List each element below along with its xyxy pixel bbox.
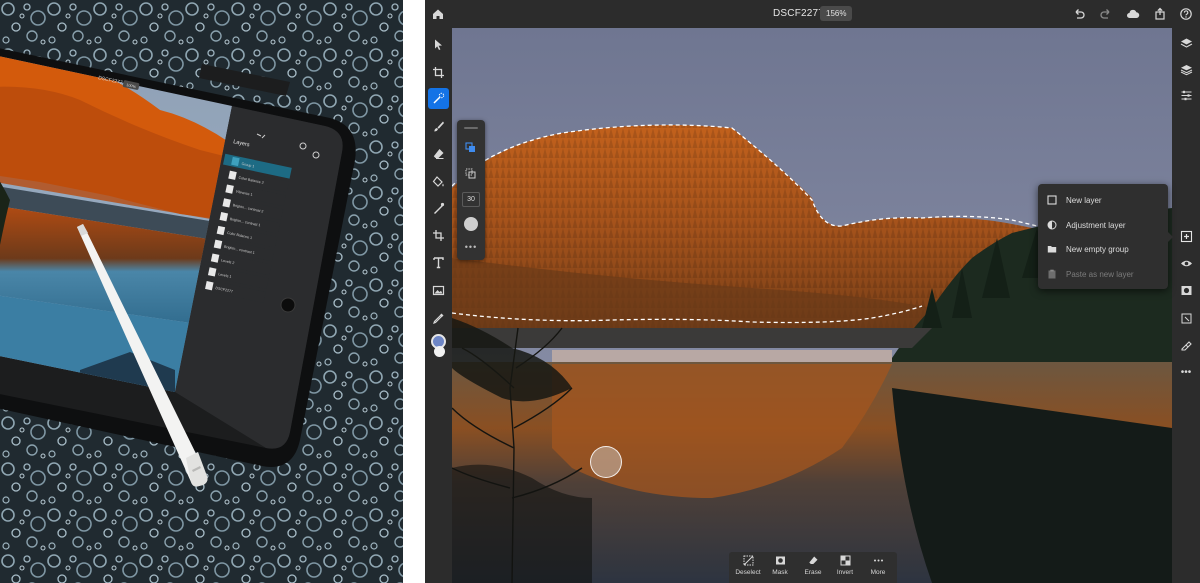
right-rail: ••• bbox=[1172, 28, 1200, 583]
more-button[interactable]: More bbox=[863, 555, 893, 582]
mask-button[interactable]: Mask bbox=[765, 555, 795, 582]
tool-options-panel: 30 ••• bbox=[457, 120, 485, 260]
image-canvas[interactable] bbox=[452, 28, 1172, 583]
transform-icon[interactable] bbox=[428, 225, 449, 246]
erase-icon bbox=[808, 556, 817, 564]
redo-icon[interactable] bbox=[1097, 5, 1115, 23]
left-toolbar bbox=[425, 28, 452, 583]
action-label: Mask bbox=[772, 569, 788, 576]
adjustment-icon bbox=[1038, 220, 1066, 230]
share-icon[interactable] bbox=[1151, 5, 1169, 23]
fill-icon[interactable] bbox=[428, 171, 449, 192]
menu-item-new-empty-group[interactable]: New empty group bbox=[1038, 237, 1168, 261]
visibility-icon[interactable] bbox=[1177, 254, 1195, 272]
photoshop-app: DSCF2277 156% 30 ••• ••• New layer Adjus… bbox=[425, 0, 1200, 583]
crop-icon[interactable] bbox=[428, 62, 449, 83]
brush-size-field[interactable]: 30 bbox=[462, 192, 480, 207]
help-icon[interactable] bbox=[1177, 5, 1195, 23]
selection-action-bar: Deselect Mask Erase Invert More bbox=[729, 552, 897, 583]
image-divider bbox=[403, 0, 425, 583]
properties-icon[interactable] bbox=[1177, 309, 1195, 327]
menu-item-label: New empty group bbox=[1066, 244, 1129, 254]
secondary-color-swatch[interactable] bbox=[434, 346, 445, 357]
deselect-button[interactable]: Deselect bbox=[733, 555, 763, 582]
place-image-icon[interactable] bbox=[428, 280, 449, 301]
add-layer-icon[interactable] bbox=[1177, 227, 1195, 245]
menu-item-paste-as-new-layer[interactable]: Paste as new layer bbox=[1038, 262, 1168, 286]
clipboard-icon bbox=[1038, 269, 1066, 279]
quick-select-icon[interactable] bbox=[428, 88, 449, 109]
menu-item-label: Paste as new layer bbox=[1066, 269, 1134, 279]
healing-icon[interactable] bbox=[428, 198, 449, 219]
layer-stack-icon[interactable] bbox=[1177, 60, 1195, 78]
menu-item-label: New layer bbox=[1066, 195, 1102, 205]
undo-icon[interactable] bbox=[1070, 5, 1088, 23]
cloud-icon[interactable] bbox=[1124, 5, 1142, 23]
document-title: DSCF2277 bbox=[773, 8, 825, 19]
more-options-icon[interactable]: ••• bbox=[463, 243, 479, 252]
add-layer-menu: New layer Adjustment layer New empty gro… bbox=[1038, 184, 1173, 289]
action-label: Invert bbox=[836, 569, 854, 576]
add-selection-icon[interactable] bbox=[463, 140, 479, 156]
action-label: Deselect bbox=[735, 569, 761, 576]
erase-button[interactable]: Erase bbox=[798, 555, 828, 582]
more-icon bbox=[873, 559, 883, 562]
folder-icon bbox=[1038, 244, 1066, 254]
brush-softness-swatch[interactable] bbox=[464, 217, 478, 231]
mask-icon bbox=[775, 556, 785, 565]
brush-icon[interactable] bbox=[428, 116, 449, 137]
more-icon[interactable]: ••• bbox=[1177, 363, 1195, 381]
select-icon[interactable] bbox=[428, 34, 449, 55]
square-icon bbox=[1038, 195, 1066, 205]
top-bar: DSCF2277 156% bbox=[425, 0, 1200, 28]
eraser-icon[interactable] bbox=[428, 143, 449, 164]
brush-cursor bbox=[590, 446, 622, 478]
eyedropper-icon[interactable] bbox=[428, 308, 449, 329]
home-icon[interactable] bbox=[429, 5, 447, 23]
ipad-photo: DSCF2277 100% Layers Group 1 Color Balanc… bbox=[0, 0, 403, 583]
adjust-icon[interactable] bbox=[1177, 86, 1195, 104]
deselect-icon bbox=[743, 555, 753, 566]
invert-button[interactable]: Invert bbox=[830, 555, 860, 582]
panel-grip[interactable] bbox=[464, 127, 478, 129]
screenshot-stage: DSCF2277 100% Layers Group 1 Color Balanc… bbox=[0, 0, 1200, 583]
menu-item-new-layer[interactable]: New layer bbox=[1038, 188, 1168, 212]
menu-item-label: Adjustment layer bbox=[1066, 220, 1126, 230]
layers-icon[interactable] bbox=[1177, 34, 1195, 52]
invert-icon bbox=[840, 555, 850, 566]
subtract-selection-icon[interactable] bbox=[463, 166, 479, 182]
mask-icon[interactable] bbox=[1177, 281, 1195, 299]
type-icon[interactable] bbox=[428, 252, 449, 273]
zoom-level[interactable]: 156% bbox=[820, 6, 853, 21]
action-label: Erase bbox=[804, 569, 822, 576]
menu-item-adjustment-layer[interactable]: Adjustment layer bbox=[1038, 213, 1168, 237]
action-label: More bbox=[870, 569, 886, 576]
erase-icon[interactable] bbox=[1177, 336, 1195, 354]
